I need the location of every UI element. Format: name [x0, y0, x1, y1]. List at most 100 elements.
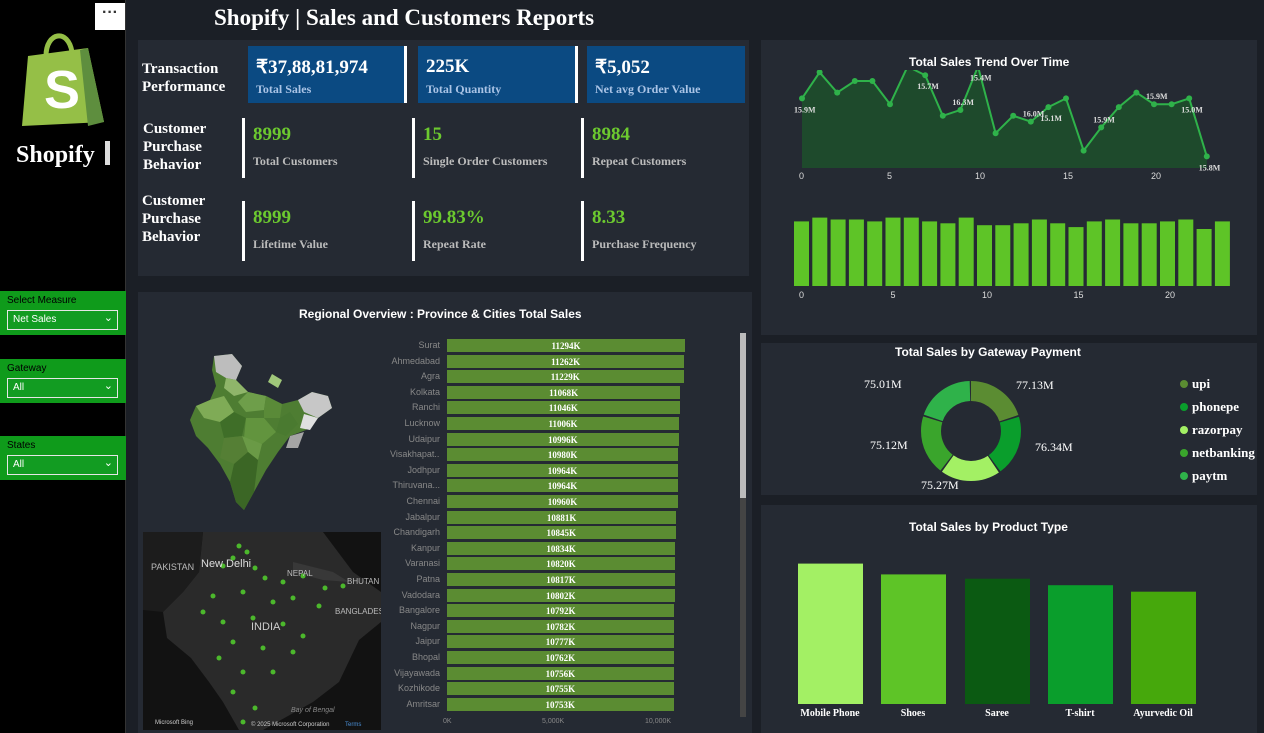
- trend-point[interactable]: [1133, 89, 1140, 96]
- kpi-card-lifetime-value[interactable]: 8999 Lifetime Value: [242, 201, 328, 261]
- city-bar-row[interactable]: Chennai 10960K: [390, 495, 690, 508]
- trend-point[interactable]: [1168, 101, 1175, 108]
- trend-bar[interactable]: [1086, 221, 1102, 286]
- legend-item-upi[interactable]: upi: [1180, 376, 1210, 392]
- city-bar-row[interactable]: Kanpur 10834K: [390, 541, 690, 555]
- trend-bar[interactable]: [995, 225, 1011, 286]
- legend-item-phonepe[interactable]: phonepe: [1180, 399, 1239, 415]
- trend-bar[interactable]: [812, 217, 828, 286]
- city-bar-row[interactable]: Bangalore 10792K: [390, 604, 690, 618]
- legend-item-netbanking[interactable]: netbanking: [1180, 445, 1255, 461]
- trend-bar[interactable]: [1068, 227, 1084, 286]
- city-bar-row[interactable]: Nagpur 10782K: [390, 619, 690, 633]
- map-terms-link[interactable]: Terms: [345, 722, 361, 728]
- trend-bar[interactable]: [830, 219, 846, 287]
- city-bar-row[interactable]: Kolkata 11068K: [390, 385, 690, 399]
- trend-point[interactable]: [1203, 153, 1210, 160]
- trend-point[interactable]: [834, 89, 841, 96]
- city-bar-row[interactable]: Jabalpur 10881K: [390, 510, 690, 524]
- trend-point[interactable]: [992, 130, 999, 137]
- kpi-card-single-order-customers[interactable]: 15 Single Order Customers: [412, 118, 547, 178]
- city-bar-row[interactable]: Surat 11294K: [390, 339, 690, 352]
- legend-item-razorpay[interactable]: razorpay: [1180, 422, 1243, 438]
- trend-point[interactable]: [1186, 95, 1193, 102]
- states-dropdown[interactable]: All ⌄: [7, 455, 118, 475]
- kpi-card-total-quantity[interactable]: 225K Total Quantity: [418, 46, 578, 103]
- city-bar-row[interactable]: Jaipur 10777K: [390, 635, 690, 649]
- trend-point[interactable]: [1115, 104, 1122, 111]
- city-bar-row[interactable]: Amritsar 10753K: [390, 697, 690, 711]
- kpi-card-purchase-frequency[interactable]: 8.33 Purchase Frequency: [581, 201, 697, 261]
- city-bar-row[interactable]: Thiruvana... 10964K: [390, 479, 690, 493]
- city-bar-row[interactable]: Kozhikode 10755K: [390, 682, 690, 696]
- scrollbar-thumb[interactable]: [740, 333, 746, 498]
- product-bar[interactable]: [1131, 591, 1196, 704]
- trend-bar[interactable]: [1141, 223, 1157, 286]
- trend-bar[interactable]: [1031, 219, 1047, 287]
- trend-point[interactable]: [1045, 104, 1052, 111]
- kpi-card-total-sales[interactable]: ₹37,88,81,974 Total Sales: [248, 46, 407, 103]
- trend-bar[interactable]: [848, 219, 864, 287]
- kpi-card-repeat-rate[interactable]: 99.83% Repeat Rate: [412, 201, 486, 261]
- city-bar-row[interactable]: Lucknow 11006K: [390, 417, 690, 430]
- trend-point[interactable]: [1151, 101, 1157, 108]
- trend-bar[interactable]: [958, 217, 974, 286]
- kpi-card-total-customers[interactable]: 8999 Total Customers: [242, 118, 338, 178]
- trend-bar[interactable]: [1178, 219, 1194, 287]
- city-bar-row[interactable]: Jodhpur 10964K: [390, 463, 690, 477]
- product-bar[interactable]: [965, 578, 1030, 704]
- city-bar-value: 10834K: [546, 543, 576, 554]
- trend-bar[interactable]: [1105, 219, 1121, 287]
- trend-bar[interactable]: [1013, 223, 1029, 286]
- product-bar-chart[interactable]: [761, 560, 1257, 706]
- trend-bar[interactable]: [885, 217, 901, 286]
- legend-item-paytm[interactable]: paytm: [1180, 468, 1227, 484]
- trend-point[interactable]: [1027, 118, 1034, 125]
- trend-bar[interactable]: [977, 225, 992, 286]
- city-bar-row[interactable]: Udaipur 10996K: [390, 432, 690, 446]
- city-bar-row[interactable]: Visakhapat... 10980K: [390, 448, 690, 462]
- trend-point[interactable]: [887, 101, 893, 108]
- trend-point[interactable]: [1080, 147, 1087, 154]
- india-state-map[interactable]: [186, 352, 338, 512]
- city-bar-row[interactable]: Ranchi 11046K: [390, 401, 690, 415]
- product-bar[interactable]: [798, 563, 863, 704]
- city-chart-scrollbar[interactable]: [740, 333, 746, 717]
- trend-bar[interactable]: [794, 221, 809, 286]
- product-bar[interactable]: [881, 574, 946, 704]
- city-bar-row[interactable]: Patna 10817K: [390, 573, 690, 586]
- trend-bar[interactable]: [940, 223, 956, 286]
- trend-point[interactable]: [799, 95, 805, 102]
- trend-bar[interactable]: [1050, 223, 1066, 286]
- measure-dropdown[interactable]: Net Sales ⌄: [7, 310, 118, 330]
- city-bar-row[interactable]: Chandigarh 10845K: [390, 526, 690, 540]
- trend-point[interactable]: [1098, 124, 1105, 131]
- trend-point[interactable]: [869, 78, 876, 84]
- city-bar-row[interactable]: Vijayawada 10756K: [390, 666, 690, 680]
- city-bar-row[interactable]: Agra 11229K: [390, 370, 690, 384]
- trend-point[interactable]: [1010, 112, 1017, 119]
- trend-point[interactable]: [939, 112, 946, 119]
- city-bar-row[interactable]: Bhopal 10762K: [390, 651, 690, 664]
- trend-bar[interactable]: [903, 217, 919, 286]
- gateway-dropdown[interactable]: All ⌄: [7, 378, 118, 398]
- trend-point[interactable]: [851, 78, 858, 84]
- kpi-card-net-avg-order-value[interactable]: ₹5,052 Net avg Order Value: [587, 46, 745, 103]
- trend-bar[interactable]: [922, 221, 938, 286]
- trend-point[interactable]: [922, 72, 929, 79]
- trend-bar[interactable]: [1214, 221, 1230, 286]
- gateway-donut-chart[interactable]: [918, 378, 1024, 484]
- sales-trend-chart[interactable]: 15.9M15.7M16.3M15.4M16.0M15.1M 15.9M15.9M…: [761, 70, 1257, 310]
- city-bar-row[interactable]: Varanasi 10820K: [390, 557, 690, 571]
- city-bar-row[interactable]: Vadodara 10802K: [390, 588, 690, 602]
- kpi-card-repeat-customers[interactable]: 8984 Repeat Customers: [581, 118, 686, 178]
- bing-city-map[interactable]: PAKISTAN New Delhi NEPAL BHUTAN BANGLADE…: [143, 532, 381, 730]
- trend-bar[interactable]: [1160, 221, 1175, 286]
- city-bar-row[interactable]: Ahmedabad 11262K: [390, 354, 690, 368]
- product-bar[interactable]: [1048, 585, 1113, 704]
- trend-bar[interactable]: [1123, 223, 1139, 286]
- trend-point[interactable]: [1063, 95, 1069, 102]
- trend-bar[interactable]: [867, 221, 883, 286]
- trend-bar[interactable]: [1196, 229, 1212, 286]
- trend-point[interactable]: [957, 107, 964, 113]
